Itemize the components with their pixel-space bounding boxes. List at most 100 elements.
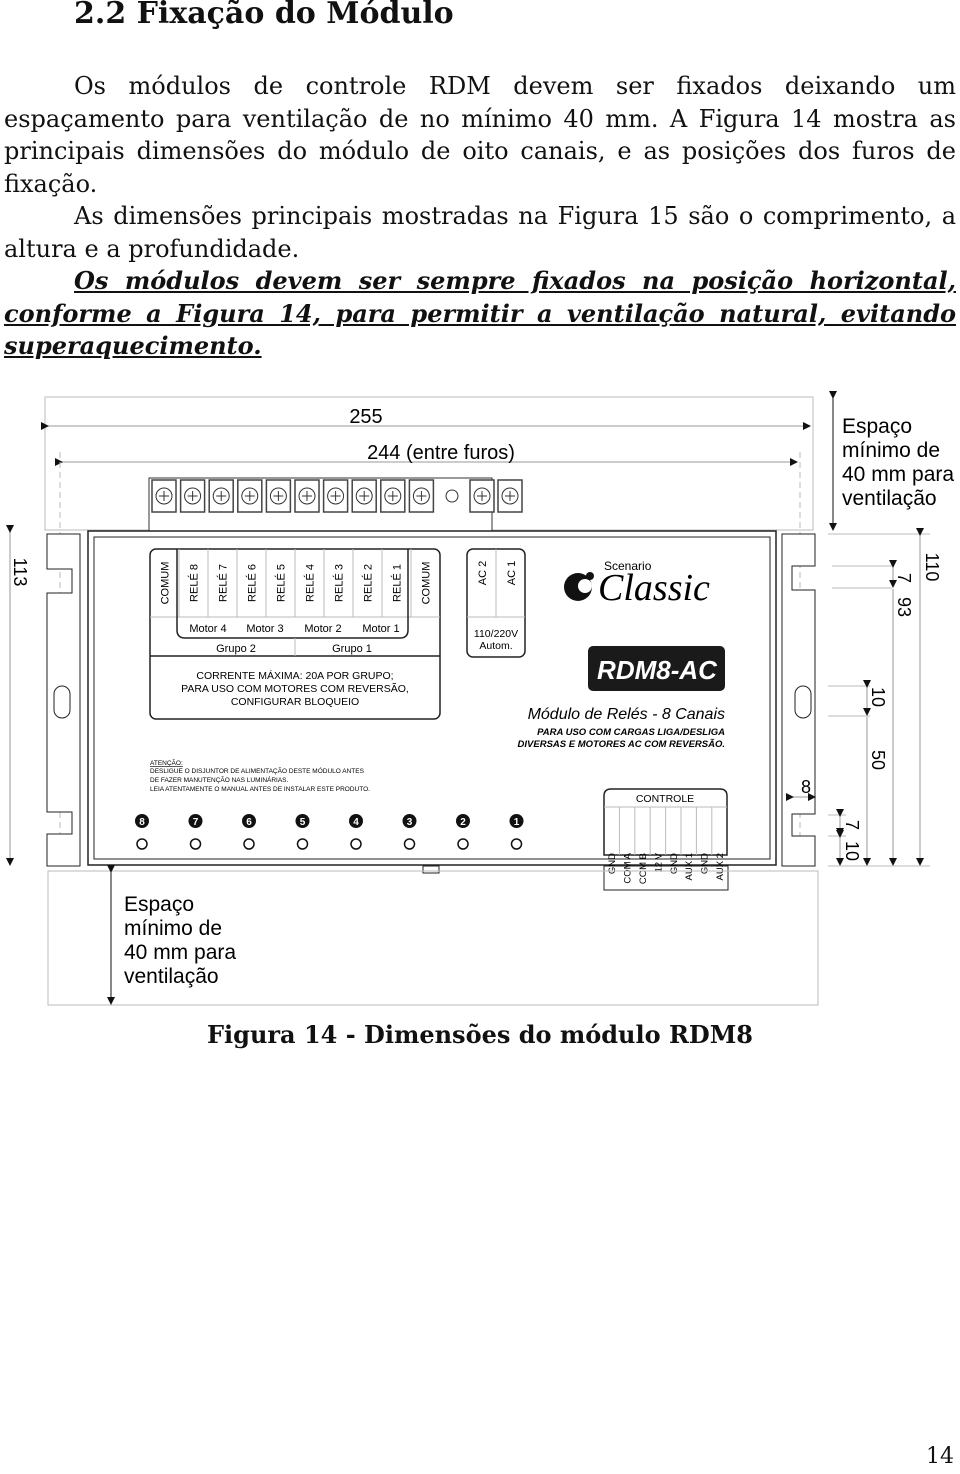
vent-top-line-1: Espaço: [842, 415, 912, 438]
relay-terminal-label: RELÉ 8: [188, 564, 201, 602]
paragraph-text: Os módulos de controle RDM devem ser fix…: [4, 72, 956, 198]
channel-number: 6: [246, 817, 252, 828]
dim-50-label: 50: [868, 750, 888, 770]
vent-bottom-line-4: ventilação: [124, 965, 219, 988]
usage-note-2: DIVERSAS E MOTORES AC COM REVERSÃO.: [518, 739, 725, 750]
dim-7-bottom-label: 7: [842, 820, 862, 830]
model-name: RDM8-AC: [597, 655, 718, 685]
terminal-screw-icon: [294, 479, 320, 513]
relay-terminal-label: RELÉ 4: [304, 564, 317, 602]
terminal-screw-icon: [179, 479, 206, 513]
page-number: 14: [926, 1444, 954, 1469]
channel-led-icon: [350, 838, 362, 850]
section-title: 2.2 Fixação do Módulo: [74, 0, 454, 31]
channel-led-icon: [243, 838, 255, 850]
dim-7-top-label: 7: [894, 573, 914, 583]
terminal-screw-icon: [469, 479, 495, 513]
warning-line-2: DE FAZER MANUTENÇÃO NAS LUMINÁRIAS.: [150, 775, 289, 784]
dim-113-label: 113: [10, 558, 30, 587]
motor-label-1: Motor 1: [362, 623, 399, 635]
current-note-3: CONFIGURAR BLOQUEIO: [231, 696, 359, 708]
control-pin-label: COM B: [638, 853, 649, 884]
left-mounting-slot: [53, 685, 71, 719]
warning-line-1: DESLIGUE O DISJUNTOR DE ALIMENTAÇÃO DEST…: [150, 766, 365, 775]
paragraph-warning-horizontal: Os módulos devem ser sempre fixados na p…: [4, 265, 956, 363]
ac-voltage: 110/220V: [474, 628, 518, 640]
module-dimension-figure: 255 244 (entre furos) Espaço mínimo de 4…: [0, 390, 960, 1010]
right-mounting-slot: [794, 685, 812, 719]
brand-classic: Classic: [598, 567, 710, 609]
vent-bottom-line-3: 40 mm para: [124, 941, 236, 964]
channel-led-icon: [457, 838, 469, 850]
usage-note-1: PARA USO COM CARGAS LIGA/DESLIGA: [537, 727, 725, 738]
channel-led-icon: [510, 838, 523, 850]
channel-number: 5: [300, 817, 306, 828]
terminal-screw-icon: [380, 479, 406, 513]
dim-255-label: 255: [349, 406, 382, 428]
control-pin-label: AUX 1: [684, 853, 695, 880]
dim-8-label: 8: [801, 777, 811, 797]
channel-number: 1: [514, 817, 520, 828]
terminal-screw-icon: [265, 479, 292, 513]
dim-10-mid-label: 10: [868, 687, 888, 707]
channel-number: 2: [460, 817, 466, 828]
bottom-tab-small: [422, 865, 440, 874]
channel-number: 7: [193, 817, 199, 828]
module-subtitle: Módulo de Relés - 8 Canais: [528, 706, 725, 723]
motor-label-4: Motor 4: [189, 623, 226, 635]
dim-93-label: 93: [894, 597, 914, 617]
group-label-2: Grupo 2: [216, 643, 256, 655]
control-pin-label: AUX 2: [715, 853, 726, 880]
current-note-2: PARA USO COM MOTORES COM REVERSÃO,: [181, 682, 409, 695]
channel-number: 8: [139, 817, 145, 828]
relay-terminal-label: RELÉ 6: [246, 564, 259, 602]
channel-led-icon: [136, 838, 148, 850]
terminal-screw-icon: [497, 479, 523, 513]
terminal-screw-icon: [351, 479, 377, 513]
control-title: CONTROLE: [636, 793, 694, 805]
terminal-gap-hole: [445, 489, 459, 503]
relay-terminal-label: RELÉ 2: [362, 564, 375, 602]
dim-10-bottom-label: 10: [842, 841, 862, 861]
vent-bottom-line-2: mínimo de: [124, 917, 222, 940]
control-pin-label: COM A: [623, 852, 634, 883]
ac-terminal-2: AC 2: [477, 561, 489, 585]
terminal-screw-icon: [408, 479, 435, 513]
vent-top-line-4: ventilação: [842, 487, 937, 510]
relay-terminal-label: RELÉ 7: [217, 564, 230, 602]
terminal-screw-icon: [237, 479, 263, 513]
relay-terminal-label: COMUM: [421, 562, 433, 605]
motor-label-2: Motor 2: [304, 623, 341, 635]
relay-terminal-label: RELÉ 5: [275, 564, 288, 602]
group-label-1: Grupo 1: [332, 643, 372, 655]
warning-title: ATENÇÃO:: [150, 758, 183, 767]
figure-caption: Figura 14 - Dimensões do módulo RDM8: [207, 1020, 753, 1049]
relay-terminal-label: COMUM: [160, 562, 172, 605]
current-note-1: CORRENTE MÁXIMA: 20A POR GRUPO;: [196, 669, 393, 682]
vent-top-line-3: 40 mm para: [842, 463, 954, 486]
relay-terminal-label: RELÉ 3: [333, 564, 346, 602]
control-pin-label: 12 V: [653, 852, 664, 872]
dim-110-label: 110: [922, 553, 942, 582]
terminal-screw-icon: [151, 479, 177, 513]
ac-auto: Autom.: [479, 640, 512, 652]
paragraph-ventilation: Os módulos de controle RDM devem ser fix…: [4, 70, 956, 200]
channel-led-icon: [403, 838, 416, 850]
terminal-screw-icon: [208, 479, 234, 513]
paragraph-dimensions: As dimensões principais mostradas na Fig…: [4, 200, 956, 265]
terminal-block: [148, 477, 523, 532]
channel-led-icon: [296, 838, 309, 850]
dim-244-label: 244 (entre furos): [367, 442, 515, 464]
ac-terminal-1: AC 1: [506, 561, 518, 585]
warning-line-3: LEIA ATENTAMENTE O MANUAL ANTES DE INSTA…: [150, 786, 370, 793]
channel-led-icon: [189, 838, 202, 850]
terminal-screw-icon: [322, 479, 349, 513]
paragraph-text: As dimensões principais mostradas na Fig…: [4, 202, 956, 263]
motor-label-3: Motor 3: [246, 623, 283, 635]
channel-number: 3: [407, 817, 413, 828]
channel-number: 4: [353, 817, 359, 828]
paragraph-text: Os módulos devem ser sempre fixados na p…: [4, 266, 956, 360]
vent-top-line-2: mínimo de: [842, 439, 940, 462]
relay-terminal-label: RELÉ 1: [391, 564, 404, 602]
vent-bottom-line-1: Espaço: [124, 893, 194, 916]
